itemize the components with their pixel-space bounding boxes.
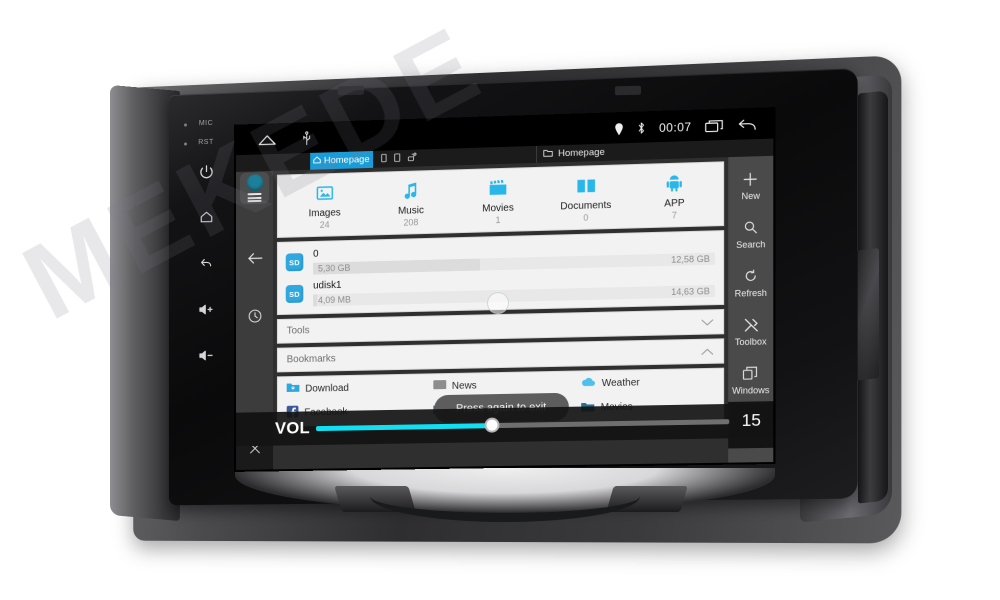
storage-used: 4,09 MB <box>318 294 351 306</box>
quick-item-count: 1 <box>495 215 501 226</box>
folder-icon <box>543 148 553 160</box>
section-bookmarks[interactable]: Bookmarks <box>276 338 725 373</box>
bezel-top-tab-right <box>615 85 641 96</box>
section-label: Bookmarks <box>286 353 336 366</box>
action-windows[interactable]: Windows <box>732 363 769 396</box>
bezel-top-tab-left <box>338 85 364 96</box>
volume-overlay-left-backdrop <box>236 412 274 447</box>
quick-item-label: APP <box>664 197 685 210</box>
file-manager-body: Images 24 Music 208 Movies 1 Documents 0… <box>236 155 774 470</box>
quick-item-images[interactable]: Images 24 <box>284 181 366 231</box>
volume-value: 15 <box>741 410 761 431</box>
volume-up-button[interactable] <box>193 296 219 323</box>
storage-used: 5,30 GB <box>318 262 351 274</box>
toolbox-wrench-icon <box>743 314 758 335</box>
bookmark-label: Download <box>305 382 349 395</box>
location-pin-icon <box>614 122 623 135</box>
android-icon <box>666 172 683 195</box>
phone-icon[interactable] <box>381 153 387 165</box>
refresh-icon <box>744 266 758 287</box>
clock-history-icon[interactable] <box>247 309 262 324</box>
volume-slider[interactable] <box>315 417 730 433</box>
home-button[interactable] <box>193 204 219 231</box>
file-manager-app-icon[interactable] <box>239 171 270 205</box>
sd-card-icon: SD <box>285 253 304 272</box>
quick-item-label: Documents <box>560 199 612 213</box>
quick-item-movies[interactable]: Movies 1 <box>457 176 540 226</box>
music-note-icon <box>403 179 419 201</box>
quick-item-app[interactable]: APP 7 <box>632 171 717 222</box>
plus-icon <box>743 168 758 189</box>
tab-label: Homepage <box>323 154 370 167</box>
volume-label: VOL <box>274 418 311 438</box>
action-search[interactable]: Search <box>736 217 765 250</box>
tablet-icon[interactable] <box>394 153 401 165</box>
quick-item-count: 24 <box>319 219 330 230</box>
bookmark-label: Weather <box>601 376 640 389</box>
bookmark-label: News <box>451 379 477 392</box>
action-label: Windows <box>732 385 770 396</box>
network-drive-icon[interactable] <box>408 152 417 164</box>
search-icon <box>744 217 758 238</box>
back-button[interactable] <box>193 250 219 277</box>
quick-item-documents[interactable]: Documents 0 <box>544 173 628 224</box>
section-tools[interactable]: Tools <box>276 308 725 344</box>
bookmark-news[interactable]: News <box>424 377 572 394</box>
tab-label: Homepage <box>558 146 605 160</box>
loading-spinner <box>487 291 509 315</box>
mic-label: MIC <box>182 119 230 127</box>
tab-homepage-active[interactable]: Homepage <box>310 150 374 170</box>
quick-access-card: Images 24 Music 208 Movies 1 Documents 0… <box>276 161 725 238</box>
bookmark-download[interactable]: Download <box>278 379 424 396</box>
weather-cloud-icon <box>582 376 596 390</box>
power-button[interactable] <box>193 158 219 185</box>
quick-item-count: 208 <box>403 217 419 228</box>
home-icon <box>313 156 321 167</box>
home-icon[interactable] <box>257 133 276 146</box>
action-toolbox[interactable]: Toolbox <box>735 314 767 347</box>
action-refresh[interactable]: Refresh <box>734 265 767 299</box>
screenshot-stage: MIC RST 00:07 Homepage Homepage Images 2… <box>0 0 1000 600</box>
news-icon <box>433 379 446 393</box>
action-label: Refresh <box>734 287 767 299</box>
head-unit-screen[interactable]: 00:07 Homepage Homepage Images 24 Music … <box>236 109 774 470</box>
movie-clapper-icon <box>488 177 508 200</box>
sd-card-icon: SD <box>285 284 304 304</box>
quick-item-label: Movies <box>482 202 514 215</box>
quick-item-label: Images <box>308 207 341 220</box>
storage-total: 12,58 GB <box>671 253 710 265</box>
storage-total: 14,63 GB <box>671 286 710 298</box>
volume-slider-handle[interactable] <box>484 417 500 433</box>
quick-item-count: 0 <box>583 212 589 223</box>
bookmark-weather[interactable]: Weather <box>572 374 723 391</box>
bluetooth-icon <box>637 121 646 134</box>
windows-stack-icon <box>743 363 758 384</box>
section-label: Tools <box>286 325 310 337</box>
quick-item-label: Music <box>398 205 424 217</box>
chevron-down-icon[interactable] <box>701 318 714 326</box>
recents-icon[interactable] <box>705 118 724 133</box>
usb-icon[interactable] <box>302 131 311 146</box>
quick-item-count: 7 <box>671 210 677 221</box>
status-clock: 00:07 <box>658 119 692 135</box>
back-arrow-icon[interactable] <box>737 117 756 132</box>
action-label: New <box>741 190 760 202</box>
hardware-button-column: MIC RST <box>182 119 230 390</box>
action-label: Search <box>736 239 766 251</box>
quick-item-music[interactable]: Music 208 <box>370 178 452 228</box>
image-icon <box>316 182 334 204</box>
volume-down-button[interactable] <box>193 342 219 369</box>
download-folder-icon <box>286 382 300 396</box>
reset-label: RST <box>182 138 230 146</box>
chevron-up-icon[interactable] <box>701 347 714 355</box>
action-label: Toolbox <box>734 336 767 348</box>
back-arrow-icon[interactable] <box>246 251 263 265</box>
book-icon <box>576 174 596 197</box>
action-new[interactable]: New <box>742 168 760 201</box>
